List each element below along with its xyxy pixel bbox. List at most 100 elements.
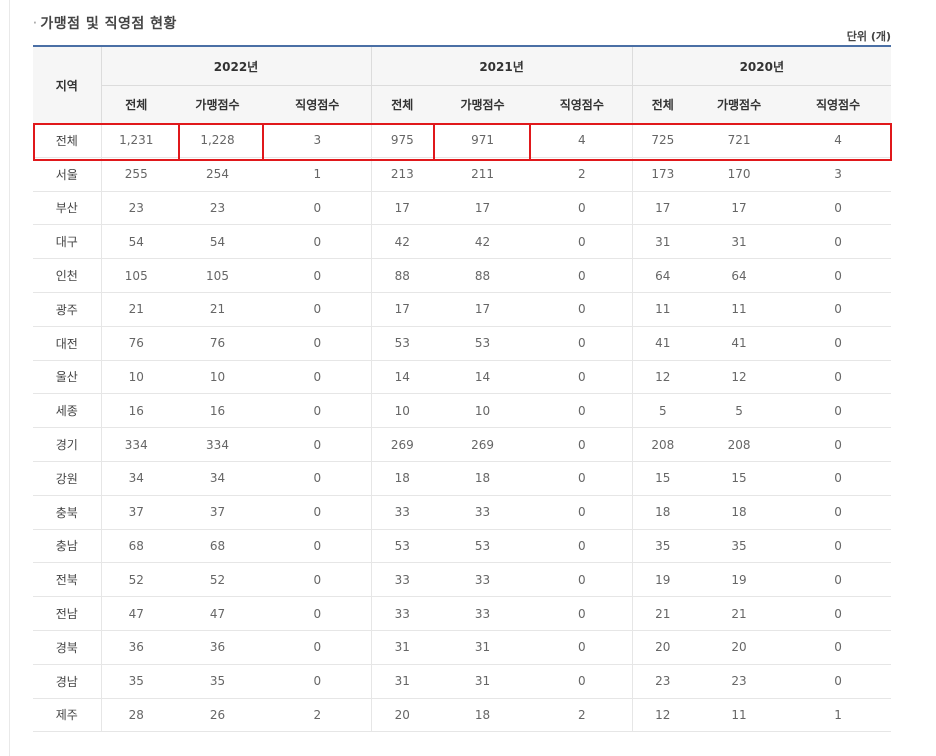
cell-franchise-2020: 18: [693, 495, 786, 530]
table-header: 지역 2022년 2021년 2020년 전체 가맹점수 직영점수 전체 가맹점…: [33, 45, 892, 124]
cell-direct-2022: 0: [264, 630, 372, 665]
cell-franchise-2022: 34: [171, 461, 264, 496]
cell-total-2020: 19: [631, 562, 694, 598]
cell-total-2021: 31: [370, 630, 434, 665]
cell-direct-2021: 0: [532, 461, 633, 496]
cell-total-2022: 54: [100, 224, 171, 260]
cell-franchise-2021: 18: [433, 461, 533, 496]
cell-region: 세종: [33, 393, 101, 429]
cell-franchise-2022: 26: [171, 698, 264, 733]
col-header-total: 전체: [631, 85, 694, 124]
cell-franchise-2021: 269: [433, 427, 533, 462]
cell-total-2022: 76: [100, 326, 171, 361]
cell-region: 경남: [33, 664, 101, 699]
cell-direct-2022: 0: [264, 326, 372, 361]
cell-total-2020: 11: [631, 292, 694, 327]
cell-franchise-2021: 18: [433, 698, 533, 733]
cell-direct-2022: 0: [264, 664, 372, 699]
cell-total-2020: 64: [631, 258, 694, 293]
cell-franchise-2022: 36: [171, 630, 264, 665]
cell-total-2022: 1,231: [100, 123, 171, 158]
page: · 가맹점 및 직영점 현황 단위 (개) 지역 2022년 2021년 2020…: [0, 0, 936, 756]
cell-direct-2022: 0: [264, 191, 372, 226]
section-title-text: 가맹점 및 직영점 현황: [40, 16, 177, 32]
cell-direct-2022: 3: [264, 123, 372, 158]
cell-franchise-2022: 37: [171, 495, 264, 530]
cell-total-2021: 33: [370, 562, 434, 598]
region-header: 지역: [33, 45, 102, 124]
cell-franchise-2021: 211: [433, 157, 533, 192]
cell-direct-2020: 0: [785, 224, 892, 260]
cell-direct-2021: 0: [532, 529, 633, 564]
table-row: 경기 334 334 0 269 269 0 208 208 0: [33, 427, 892, 462]
cell-franchise-2022: 23: [171, 191, 264, 226]
cell-direct-2021: 0: [532, 596, 633, 631]
table-body: 전체 1,231 1,228 3 975 971 4 725 721 4 서울 255 254 1 213 2…: [33, 123, 892, 733]
cell-franchise-2020: 23: [693, 664, 786, 699]
cell-total-2021: 14: [370, 360, 434, 395]
cell-franchise-2022: 35: [171, 664, 264, 699]
cell-total-2021: 17: [370, 191, 434, 226]
cell-franchise-2022: 54: [171, 224, 264, 260]
cell-direct-2022: 0: [264, 292, 372, 327]
unit-label: 단위 (개): [846, 30, 891, 43]
cell-franchise-2021: 33: [433, 495, 533, 530]
cell-franchise-2020: 5: [693, 393, 786, 429]
cell-direct-2020: 0: [785, 326, 892, 361]
cell-total-2021: 213: [370, 157, 434, 192]
table-row: 전남 47 47 0 33 33 0 21 21 0: [33, 596, 892, 631]
cell-franchise-2022: 10: [171, 360, 264, 395]
table-row: 경남 35 35 0 31 31 0 23 23 0: [33, 664, 892, 699]
cell-direct-2020: 0: [785, 393, 892, 429]
cell-total-2021: 53: [370, 326, 434, 361]
cell-direct-2020: 0: [785, 360, 892, 395]
cell-total-2020: 17: [631, 191, 694, 226]
cell-total-2021: 31: [370, 664, 434, 699]
col-header-franchise: 가맹점수: [433, 85, 533, 124]
cell-franchise-2022: 334: [171, 427, 264, 462]
cell-total-2022: 47: [100, 596, 171, 631]
cell-franchise-2022: 76: [171, 326, 264, 361]
cell-total-2020: 173: [631, 157, 694, 192]
cell-direct-2020: 1: [785, 698, 892, 733]
cell-direct-2022: 0: [264, 224, 372, 260]
cell-total-2020: 21: [631, 596, 694, 631]
header-row-columns: 전체 가맹점수 직영점수 전체 가맹점수 직영점수 전체 가맹점수 직영점수: [33, 85, 892, 124]
table-row: 대구 54 54 0 42 42 0 31 31 0: [33, 224, 892, 260]
cell-total-2022: 334: [100, 427, 171, 462]
cell-region: 대전: [33, 326, 101, 361]
year-header-2021: 2021년: [370, 45, 633, 86]
cell-region: 부산: [33, 191, 101, 226]
cell-direct-2020: 0: [785, 529, 892, 564]
cell-region: 전남: [33, 596, 101, 631]
cell-direct-2021: 0: [532, 664, 633, 699]
cell-direct-2021: 0: [532, 292, 633, 327]
col-header-direct: 직영점수: [785, 85, 892, 124]
cell-region: 강원: [33, 461, 101, 496]
cell-direct-2021: 0: [532, 630, 633, 665]
cell-franchise-2021: 53: [433, 326, 533, 361]
cell-franchise-2020: 12: [693, 360, 786, 395]
year-header-2022: 2022년: [100, 45, 372, 86]
cell-region: 경기: [33, 427, 101, 462]
cell-direct-2022: 0: [264, 258, 372, 293]
cell-total-2022: 105: [100, 258, 171, 293]
table-row: 대전 76 76 0 53 53 0 41 41 0: [33, 326, 892, 361]
cell-direct-2022: 0: [264, 360, 372, 395]
cell-total-2020: 23: [631, 664, 694, 699]
cell-total-2022: 34: [100, 461, 171, 496]
cell-total-2020: 15: [631, 461, 694, 496]
cell-total-2020: 20: [631, 630, 694, 665]
cell-direct-2020: 0: [785, 664, 892, 699]
cell-direct-2021: 2: [532, 157, 633, 192]
table-row: 울산 10 10 0 14 14 0 12 12 0: [33, 360, 892, 395]
cell-total-2021: 33: [370, 596, 434, 631]
cell-direct-2022: 0: [264, 427, 372, 462]
cell-direct-2020: 0: [785, 427, 892, 462]
cell-franchise-2020: 170: [693, 157, 786, 192]
cell-franchise-2021: 17: [433, 191, 533, 226]
cell-total-2022: 35: [100, 664, 171, 699]
table-row: 강원 34 34 0 18 18 0 15 15 0: [33, 461, 892, 496]
cell-franchise-2022: 105: [171, 258, 264, 293]
cell-franchise-2020: 31: [693, 224, 786, 260]
